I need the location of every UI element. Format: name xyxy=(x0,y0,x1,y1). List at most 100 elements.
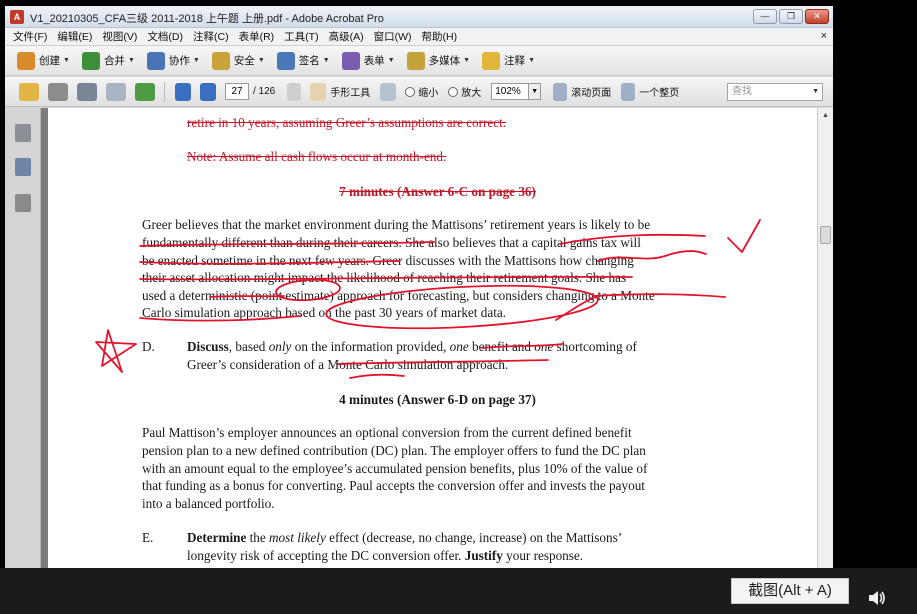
question-text: your response. xyxy=(502,548,584,563)
collaborate-button[interactable]: 协作 ▼ xyxy=(146,51,200,70)
secure-label: 安全 xyxy=(233,55,255,67)
scroll-mode-button[interactable]: 滚动页面 xyxy=(553,82,611,101)
menu-document[interactable]: 文档(D) xyxy=(147,29,183,44)
minimize-button[interactable]: — xyxy=(753,9,777,24)
find-placeholder: 查找 xyxy=(732,86,752,97)
document-viewport[interactable]: retire in 10 years, assuming Greer’s ass… xyxy=(41,108,817,568)
chevron-down-icon: ▼ xyxy=(528,57,535,64)
menu-comments[interactable]: 注释(C) xyxy=(193,29,229,44)
screenshot-tooltip: 截图(Alt + A) xyxy=(731,578,849,604)
window-title: V1_20210305_CFA三级 2011-2018 上午题 上册.pdf -… xyxy=(30,13,384,25)
secure-button[interactable]: 安全 ▼ xyxy=(211,51,265,70)
acrobat-icon: A xyxy=(10,10,24,24)
menu-file[interactable]: 文件(F) xyxy=(13,29,47,44)
menu-window[interactable]: 窗口(W) xyxy=(374,29,412,44)
paragraph-line: Carlo simulation approach based on the p… xyxy=(142,305,507,320)
zoom-tool-icon[interactable] xyxy=(380,82,397,101)
chevron-down-icon: ▼ xyxy=(257,57,265,64)
forms-button[interactable]: 表单 ▼ xyxy=(341,51,395,70)
combine-button[interactable]: 合并 ▼ xyxy=(81,51,135,70)
menu-advanced[interactable]: 高级(A) xyxy=(329,29,364,44)
zoom-in-label: 放大 xyxy=(461,88,482,99)
restore-button[interactable]: ❐ xyxy=(779,9,803,24)
zoom-dropdown-icon[interactable]: ▼ xyxy=(529,83,542,100)
paragraph-line: fundamentally different than during thei… xyxy=(142,235,641,250)
paragraph-line: Paul Mattison’s employer announces an op… xyxy=(142,425,632,440)
pdf-page: retire in 10 years, assuming Greer’s ass… xyxy=(48,108,817,568)
scroll-up-icon[interactable]: ▲ xyxy=(820,110,831,121)
paragraph-line: Greer believes that the market environme… xyxy=(142,217,651,232)
vertical-scrollbar[interactable]: ▲ xyxy=(817,108,833,568)
hand-icon xyxy=(310,82,327,101)
zoom-out-label: 缩小 xyxy=(418,88,439,99)
paragraph-line: pension plan to a new defined contributi… xyxy=(142,443,646,458)
chevron-down-icon: ▼ xyxy=(463,57,471,64)
question-d-line1: Discuss, based only on the information p… xyxy=(187,338,637,356)
question-emphasis: only xyxy=(268,339,292,354)
select-tool-icon[interactable] xyxy=(287,82,302,101)
combine-icon xyxy=(81,51,100,70)
menu-view[interactable]: 视图(V) xyxy=(102,29,137,44)
save-icon[interactable] xyxy=(77,82,97,101)
previous-page-icon[interactable] xyxy=(175,82,191,101)
page-number-input[interactable]: 27 xyxy=(225,83,249,100)
signatures-panel-icon[interactable] xyxy=(15,194,31,212)
next-page-icon[interactable] xyxy=(200,82,216,101)
question-letter: E. xyxy=(142,530,154,545)
scrollbar-thumb[interactable] xyxy=(820,226,831,244)
chevron-down-icon: ▼ xyxy=(63,57,70,64)
answer-heading: 4 minutes (Answer 6-D on page 37) xyxy=(339,392,536,407)
open-folder-icon[interactable] xyxy=(19,82,39,101)
question-emphasis: one xyxy=(449,339,469,354)
find-input[interactable]: 查找 ▼ xyxy=(727,83,823,101)
pen-icon xyxy=(276,51,295,70)
create-button[interactable]: 创建 ▼ xyxy=(17,51,70,70)
print-icon[interactable] xyxy=(48,82,68,101)
menu-tools[interactable]: 工具(T) xyxy=(284,29,318,44)
speaker-icon[interactable] xyxy=(868,590,886,606)
paragraph-line: into a balanced portfolio. xyxy=(142,496,275,511)
zoom-in-icon xyxy=(448,86,459,97)
collaborate-label: 协作 xyxy=(168,55,190,67)
zoom-out-button[interactable]: 缩小 xyxy=(405,84,438,99)
menu-edit[interactable]: 编辑(E) xyxy=(57,29,92,44)
lock-icon xyxy=(211,51,230,70)
chevron-down-icon: ▼ xyxy=(192,57,200,64)
struck-line: Note: Assume all cash flows occur at mon… xyxy=(187,149,447,164)
zoom-in-button[interactable]: 放大 xyxy=(448,84,481,99)
question-d-line2: Greer’s consideration of a Monte Carlo s… xyxy=(187,357,509,372)
sign-label: 签名 xyxy=(298,55,320,67)
share-icon[interactable] xyxy=(135,82,155,101)
paragraph-line: be enacted sometime in the next few year… xyxy=(142,253,634,268)
paragraph-line: their asset allocation might impact the … xyxy=(142,270,627,285)
close-button[interactable]: ✕ xyxy=(805,9,829,24)
zoom-level-input[interactable]: 102% xyxy=(491,83,530,100)
bookmarks-panel-icon[interactable] xyxy=(15,158,31,176)
email-icon[interactable] xyxy=(106,82,126,101)
comment-button[interactable]: 注释 ▼ xyxy=(482,51,535,70)
toolbar-separator xyxy=(164,81,165,102)
question-emphasis: most likely xyxy=(269,530,326,545)
chevron-down-icon[interactable]: ▼ xyxy=(812,84,819,100)
question-text: effect (decrease, no change, increase) o… xyxy=(325,530,623,545)
acrobat-window: A V1_20210305_CFA三级 2011-2018 上午题 上册.pdf… xyxy=(5,6,833,568)
comment-icon xyxy=(482,51,501,70)
collaborate-icon xyxy=(146,51,165,70)
multimedia-icon xyxy=(406,51,425,70)
question-text: the xyxy=(246,530,270,545)
navigation-pane xyxy=(5,108,41,568)
document-close-button[interactable]: × xyxy=(821,30,827,42)
question-letter: D. xyxy=(142,339,155,354)
pages-panel-icon[interactable] xyxy=(15,124,31,142)
zoom-out-icon xyxy=(405,86,416,97)
fit-page-button[interactable]: 一个整页 xyxy=(621,82,679,101)
question-verb: Determine xyxy=(187,530,247,545)
hand-tool-button[interactable]: 手形工具 xyxy=(310,82,370,101)
multimedia-button[interactable]: 多媒体 ▼ xyxy=(406,51,471,70)
sign-button[interactable]: 签名 ▼ xyxy=(276,51,330,70)
fit-page-icon xyxy=(621,82,636,101)
menu-help[interactable]: 帮助(H) xyxy=(421,29,457,44)
menu-forms[interactable]: 表单(R) xyxy=(239,29,275,44)
question-d-text: , based only on the information provided… xyxy=(228,339,637,354)
task-toolbar: 创建 ▼ 合并 ▼ 协作 ▼ 安全 ▼ 签名 ▼ 表单 ▼ 多媒体 ▼ 注释 ▼ xyxy=(5,46,833,76)
